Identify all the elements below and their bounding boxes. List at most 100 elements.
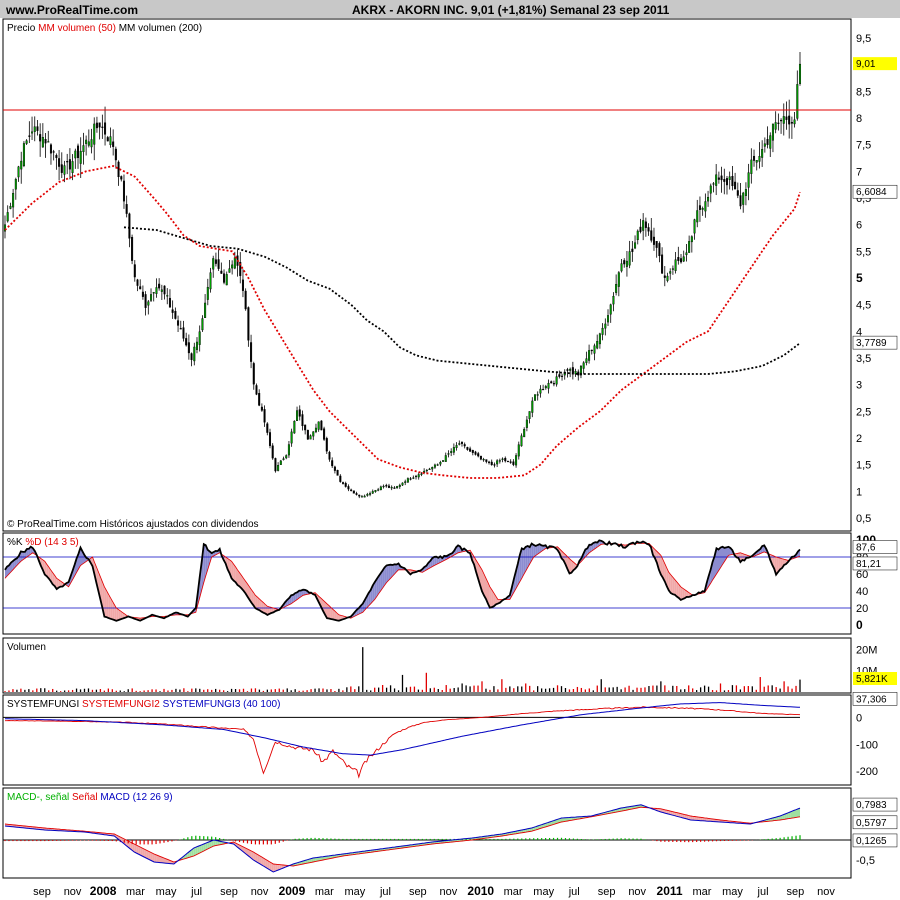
stochastic-ytick: 20 xyxy=(856,603,868,615)
price-candle xyxy=(690,236,693,243)
price-candle xyxy=(287,444,290,456)
ma200-value-label: 3,7789 xyxy=(856,338,887,349)
price-candle xyxy=(452,447,455,453)
price-candle xyxy=(268,432,272,446)
price-candle xyxy=(187,342,190,354)
time-axis-label: mar xyxy=(692,886,711,898)
price-candle xyxy=(74,150,77,159)
price-candle xyxy=(704,201,707,212)
time-axis-label: 2008 xyxy=(90,884,117,898)
macd-legend: MACD-, señal Señal MACD (12 26 9) xyxy=(7,792,173,803)
site-name[interactable]: www.ProRealTime.com xyxy=(5,3,138,17)
price-ytick: 3 xyxy=(856,380,862,392)
price-candle xyxy=(331,460,334,467)
price-candle xyxy=(552,383,555,385)
price-candle xyxy=(474,451,477,455)
price-candle xyxy=(596,341,599,349)
price-candle xyxy=(780,119,783,122)
price-candle xyxy=(479,455,482,460)
price-candle xyxy=(736,190,739,196)
price-candle xyxy=(290,431,293,444)
price-candle xyxy=(369,493,372,495)
stochastic-fill xyxy=(716,548,719,574)
price-candle xyxy=(763,143,766,147)
price-ytick: 4,5 xyxy=(856,300,871,312)
price-candle xyxy=(201,318,204,331)
price-candle xyxy=(412,477,415,479)
price-candle xyxy=(712,183,715,185)
systemfungi-legend: SYSTEMFUNGI SYSTEMFUNGI2 SYSTEMFUNGI3 (4… xyxy=(7,699,280,710)
price-candle xyxy=(382,485,385,488)
price-candle xyxy=(685,252,688,256)
price-candle xyxy=(182,327,185,339)
price-candle xyxy=(753,155,756,161)
price-candle xyxy=(496,460,499,465)
price-candle xyxy=(680,258,683,263)
price-ytick: 5,5 xyxy=(856,246,871,258)
time-axis-label: mar xyxy=(504,886,523,898)
price-candle xyxy=(739,195,742,207)
price-candle xyxy=(504,457,507,462)
price-candle xyxy=(785,116,788,120)
price-candle xyxy=(298,409,301,417)
ma200-legend: MM volumen (200) xyxy=(116,23,202,34)
price-candle xyxy=(139,286,142,290)
price-candle xyxy=(177,320,180,326)
price-candle xyxy=(523,428,526,438)
stochastic-params: (14 3 5) xyxy=(41,537,78,548)
signal-legend: Señal xyxy=(72,792,100,803)
sf1-legend: SYSTEMFUNGI xyxy=(7,699,82,710)
price-candle xyxy=(104,122,107,135)
stochastic-fill xyxy=(680,586,683,600)
price-candle xyxy=(112,141,115,147)
price-candle xyxy=(374,489,377,492)
price-candle xyxy=(12,192,15,208)
sf2-legend: SYSTEMFUNGI2 xyxy=(82,699,163,710)
price-candle xyxy=(547,382,550,389)
price-candle xyxy=(93,123,96,145)
price-candle xyxy=(598,333,601,345)
k-legend: %K xyxy=(7,537,25,548)
time-axis-label: jul xyxy=(568,886,580,898)
price-candle xyxy=(488,461,491,463)
price-candle xyxy=(282,458,285,460)
price-candle xyxy=(33,126,36,132)
volume-last-label: 5,821K xyxy=(856,674,888,685)
signal-value-label: 0,5797 xyxy=(856,818,887,829)
price-candle xyxy=(528,411,531,419)
price-ytick: 2 xyxy=(856,433,862,445)
price-candle xyxy=(761,149,764,158)
stochastic-fill xyxy=(386,565,389,583)
price-candle xyxy=(558,374,561,377)
price-candle xyxy=(41,137,44,148)
price-candle xyxy=(428,468,431,470)
price-candle xyxy=(125,204,128,214)
ma50-value-label: 6,6084 xyxy=(856,187,887,198)
macd-fill xyxy=(794,809,796,818)
ma50-legend: MM volumen (50) xyxy=(38,23,116,34)
stochastic-fill xyxy=(106,590,109,618)
price-candle xyxy=(515,455,518,466)
time-axis-label: nov xyxy=(817,886,835,898)
price-candle xyxy=(71,161,74,173)
price-candle xyxy=(293,420,296,434)
price-legend: Precio MM volumen (50) MM volumen (200) xyxy=(7,23,202,34)
macd-params-legend: MACD (12 26 9) xyxy=(100,792,172,803)
price-candle xyxy=(444,455,447,462)
price-candle xyxy=(771,123,774,141)
price-candle xyxy=(371,491,374,494)
price-candle xyxy=(212,258,215,270)
price-candle xyxy=(512,461,515,465)
stochastic-ytick: 60 xyxy=(856,569,868,581)
stochastic-fill xyxy=(533,545,536,557)
price-candle xyxy=(609,304,612,315)
price-candle xyxy=(325,438,328,452)
price-candle xyxy=(628,251,631,266)
price-candle xyxy=(220,270,223,274)
price-candle xyxy=(777,122,780,124)
price-candle xyxy=(682,256,685,262)
price-candle xyxy=(309,435,312,440)
price-candle xyxy=(539,388,542,394)
price-candle xyxy=(342,482,345,484)
price-candle xyxy=(347,486,350,490)
